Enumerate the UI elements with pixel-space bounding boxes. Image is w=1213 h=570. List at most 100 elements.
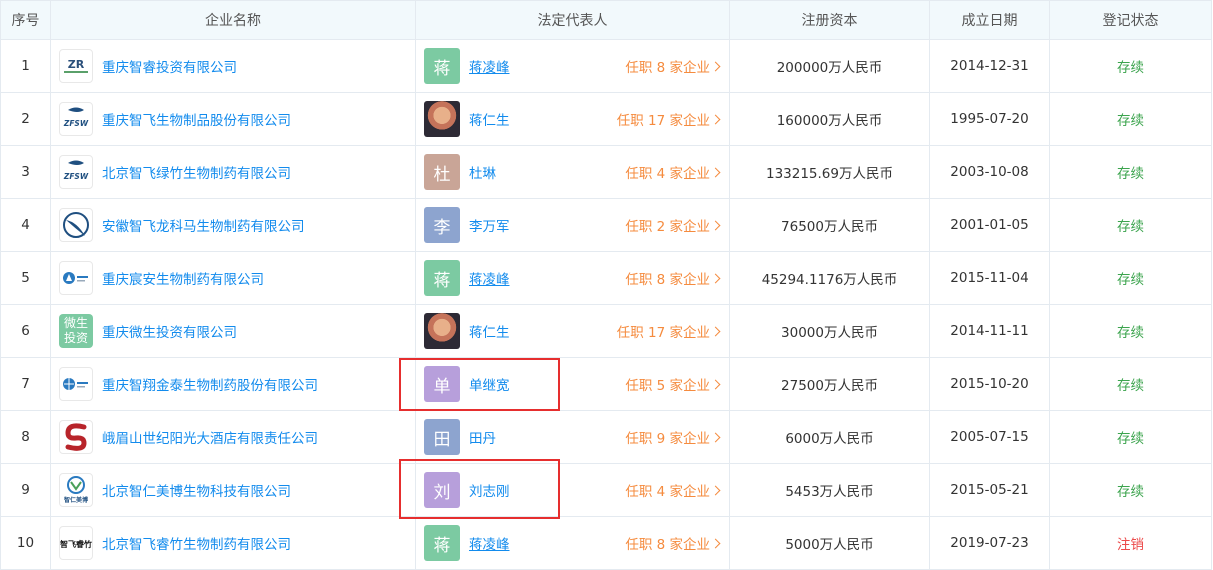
- established-date: 2015-05-21: [929, 463, 1050, 517]
- legal-rep-link[interactable]: 蒋凌峰: [469, 268, 510, 288]
- avatar[interactable]: 单: [424, 366, 460, 402]
- avatar[interactable]: 蒋: [424, 525, 460, 561]
- swoosh-logo-icon[interactable]: [59, 208, 93, 242]
- status-badge: 存续: [1049, 251, 1212, 305]
- zfrz-logo-icon[interactable]: 智飞睿竹: [59, 526, 93, 560]
- legal-rep-link[interactable]: 田丹: [469, 427, 496, 447]
- roles-link[interactable]: 任职 8 家企业: [625, 56, 721, 76]
- roles-link[interactable]: 任职 2 家企业: [625, 215, 721, 235]
- company-name-link[interactable]: 重庆智飞生物制品股份有限公司: [102, 109, 291, 129]
- avatar[interactable]: 李: [424, 207, 460, 243]
- s-logo-icon[interactable]: [59, 420, 93, 454]
- globe-logo-icon[interactable]: [59, 367, 93, 401]
- triangle-logo-icon[interactable]: [59, 261, 93, 295]
- row-index: 4: [0, 198, 51, 252]
- roles-link[interactable]: 任职 4 家企业: [625, 480, 721, 500]
- legal-rep-link[interactable]: 蒋凌峰: [469, 533, 510, 553]
- roles-link[interactable]: 任职 8 家企业: [625, 268, 721, 288]
- logo-label: 微生投资: [63, 316, 88, 345]
- legal-rep-link[interactable]: 刘志刚: [469, 480, 510, 500]
- established-date: 1995-07-20: [929, 92, 1050, 146]
- row-index: 7: [0, 357, 51, 411]
- legal-rep-link[interactable]: 蒋仁生: [469, 321, 510, 341]
- roles-label: 任职 5 家企业: [625, 378, 710, 394]
- header-status: 登记状态: [1049, 0, 1212, 40]
- roles-link[interactable]: 任职 4 家企业: [625, 162, 721, 182]
- company-name-link[interactable]: 北京智飞睿竹生物制药有限公司: [102, 533, 291, 553]
- table-row: 8 峨眉山世纪阳光大酒店有限责任公司 田田丹 任职 9 家企业 6000万人民币 2005…: [0, 410, 1212, 464]
- table-row: 1 ZR 重庆智睿投资有限公司 蒋蒋凌峰 任职 8 家企业 200000万人民币 2014-…: [0, 39, 1212, 93]
- row-index: 8: [0, 410, 51, 464]
- roles-link[interactable]: 任职 17 家企业: [616, 321, 721, 341]
- roles-label: 任职 8 家企业: [625, 60, 710, 76]
- roles-label: 任职 17 家企业: [616, 113, 710, 129]
- avatar[interactable]: 刘: [424, 472, 460, 508]
- svg-text:智仁美博: 智仁美博: [64, 496, 88, 504]
- table-row: 3 ZFSW 北京智飞绿竹生物制药有限公司 杜杜琳 任职 4 家企业 133215.69万…: [0, 145, 1212, 199]
- company-name-link[interactable]: 峨眉山世纪阳光大酒店有限责任公司: [102, 427, 318, 447]
- company-name-link[interactable]: 北京智飞绿竹生物制药有限公司: [102, 162, 291, 182]
- registered-capital: 30000万人民币: [729, 304, 930, 358]
- table-row: 4 安徽智飞龙科马生物制药有限公司 李李万军 任职 2 家企业 76500万人民币 200…: [0, 198, 1212, 252]
- established-date: 2001-01-05: [929, 198, 1050, 252]
- avatar-photo[interactable]: [424, 313, 460, 349]
- roles-label: 任职 4 家企业: [625, 166, 710, 182]
- status-badge: 注销: [1049, 516, 1212, 570]
- legal-rep-link[interactable]: 单继宽: [469, 374, 510, 394]
- legal-rep-link[interactable]: 蒋凌峰: [469, 56, 510, 76]
- svg-text:ZFSW: ZFSW: [63, 172, 89, 181]
- roles-link[interactable]: 任职 9 家企业: [625, 427, 721, 447]
- status-badge: 存续: [1049, 357, 1212, 411]
- established-date: 2014-11-11: [929, 304, 1050, 358]
- company-name-link[interactable]: 重庆智翔金泰生物制药股份有限公司: [102, 374, 318, 394]
- zfsw-logo-icon[interactable]: ZFSW: [59, 155, 93, 189]
- row-index: 9: [0, 463, 51, 517]
- table-row: 6 微生投资 重庆微生投资有限公司 蒋仁生 任职 17 家企业 30000万人民币 2014…: [0, 304, 1212, 358]
- row-index: 2: [0, 92, 51, 146]
- legal-rep-link[interactable]: 李万军: [469, 215, 510, 235]
- status-badge: 存续: [1049, 463, 1212, 517]
- svg-text:ZFSW: ZFSW: [63, 119, 89, 128]
- avatar[interactable]: 蒋: [424, 260, 460, 296]
- registered-capital: 5453万人民币: [729, 463, 930, 517]
- legal-rep-link[interactable]: 杜琳: [469, 162, 496, 182]
- avatar[interactable]: 田: [424, 419, 460, 455]
- avatar[interactable]: 杜: [424, 154, 460, 190]
- company-name-link[interactable]: 重庆宸安生物制药有限公司: [102, 268, 264, 288]
- established-date: 2003-10-08: [929, 145, 1050, 199]
- roles-label: 任职 2 家企业: [625, 219, 710, 235]
- zr-logo-icon[interactable]: ZR: [59, 49, 93, 83]
- chevron-right-icon: [710, 379, 721, 390]
- roles-link[interactable]: 任职 8 家企业: [625, 533, 721, 553]
- table-row: 2 ZFSW 重庆智飞生物制品股份有限公司 蒋仁生 任职 17 家企业 160000万人民…: [0, 92, 1212, 146]
- established-date: 2015-11-04: [929, 251, 1050, 305]
- table-row: 7 重庆智翔金泰生物制药股份有限公司 单单继宽 任职 5 家企业 27500万人民币 20…: [0, 357, 1212, 411]
- registered-capital: 6000万人民币: [729, 410, 930, 464]
- company-name-link[interactable]: 北京智仁美博生物科技有限公司: [102, 480, 291, 500]
- roles-link[interactable]: 任职 5 家企业: [625, 374, 721, 394]
- status-badge: 存续: [1049, 410, 1212, 464]
- roles-link[interactable]: 任职 17 家企业: [616, 109, 721, 129]
- roles-label: 任职 9 家企业: [625, 431, 710, 447]
- established-date: 2015-10-20: [929, 357, 1050, 411]
- zrmb-logo-icon[interactable]: 智仁美博: [59, 473, 93, 507]
- registered-capital: 5000万人民币: [729, 516, 930, 570]
- chevron-right-icon: [710, 114, 721, 125]
- company-table: 序号 企业名称 法定代表人 注册资本 成立日期 登记状态 1 ZR 重庆智睿投资有限…: [0, 0, 1212, 570]
- zfsw-logo-icon[interactable]: ZFSW: [59, 102, 93, 136]
- legal-rep-link[interactable]: 蒋仁生: [469, 109, 510, 129]
- company-name-link[interactable]: 重庆微生投资有限公司: [102, 321, 237, 341]
- svg-text:ZR: ZR: [68, 58, 85, 71]
- company-name-link[interactable]: 重庆智睿投资有限公司: [102, 56, 237, 76]
- text-logo-icon[interactable]: 微生投资: [59, 314, 93, 348]
- chevron-right-icon: [710, 485, 721, 496]
- row-index: 1: [0, 39, 51, 93]
- roles-label: 任职 4 家企业: [625, 484, 710, 500]
- avatar[interactable]: 蒋: [424, 48, 460, 84]
- status-badge: 存续: [1049, 145, 1212, 199]
- row-index: 5: [0, 251, 51, 305]
- roles-label: 任职 17 家企业: [616, 325, 710, 341]
- company-name-link[interactable]: 安徽智飞龙科马生物制药有限公司: [102, 215, 305, 235]
- table-row: 9 智仁美博 北京智仁美博生物科技有限公司 刘刘志刚 任职 4 家企业 5453万人民币 2…: [0, 463, 1212, 517]
- avatar-photo[interactable]: [424, 101, 460, 137]
